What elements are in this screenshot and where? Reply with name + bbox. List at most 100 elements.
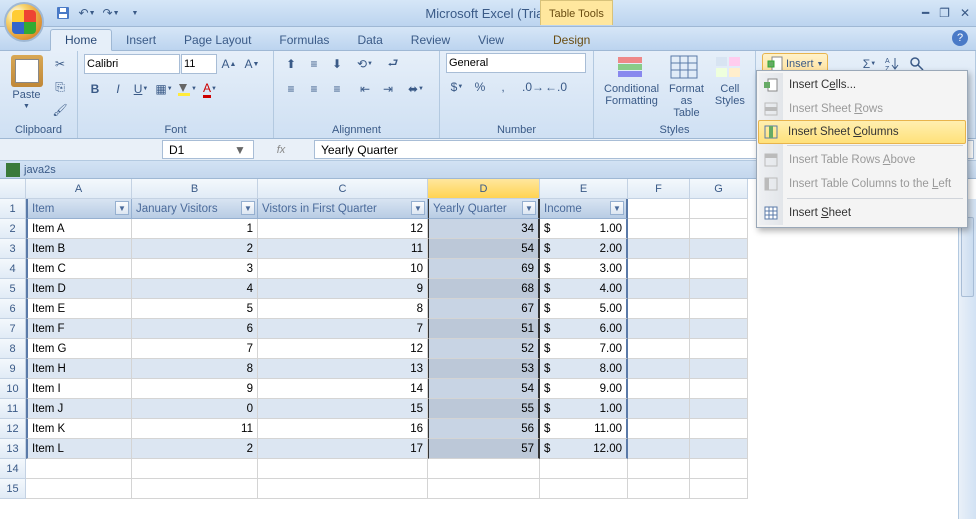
redo-button[interactable]: ↷▼ (100, 2, 122, 24)
cell[interactable]: $7.00 (540, 339, 628, 359)
cell[interactable] (628, 359, 690, 379)
cell[interactable]: 52 (428, 339, 540, 359)
cell[interactable] (690, 419, 748, 439)
paste-button[interactable]: Paste ▼ (6, 53, 47, 112)
decrease-decimal[interactable]: ←.0 (545, 76, 567, 98)
cell[interactable] (690, 199, 748, 219)
cell[interactable] (628, 259, 690, 279)
cell[interactable] (428, 479, 540, 499)
cell[interactable] (690, 379, 748, 399)
cell[interactable] (690, 319, 748, 339)
row-header[interactable]: 8 (0, 339, 26, 359)
cell[interactable]: 6 (132, 319, 258, 339)
increase-indent[interactable]: ⇥ (377, 78, 399, 100)
cell[interactable] (132, 459, 258, 479)
row-header[interactable]: 5 (0, 279, 26, 299)
bold-button[interactable]: B (84, 78, 106, 100)
increase-decimal[interactable]: .0→ (522, 76, 544, 98)
cell[interactable] (628, 199, 690, 219)
row-headers[interactable]: 123456789101112131415 (0, 179, 26, 519)
cell[interactable] (690, 299, 748, 319)
percent-button[interactable]: % (469, 76, 491, 98)
row-header[interactable]: 13 (0, 439, 26, 459)
align-middle[interactable]: ≡ (303, 53, 325, 75)
cell[interactable] (628, 239, 690, 259)
office-button[interactable] (4, 2, 44, 42)
merge-center[interactable]: ⬌▼ (405, 78, 427, 100)
align-bottom[interactable]: ⬇ (326, 53, 348, 75)
cell[interactable] (26, 459, 132, 479)
border-button[interactable]: ▦▼ (153, 78, 175, 100)
cell[interactable]: 54 (428, 239, 540, 259)
column-header[interactable]: C (258, 179, 428, 199)
cell[interactable]: 9 (258, 279, 428, 299)
italic-button[interactable]: I (107, 78, 129, 100)
cell[interactable] (690, 439, 748, 459)
row-header[interactable]: 11 (0, 399, 26, 419)
cell[interactable]: 51 (428, 319, 540, 339)
tab-insert[interactable]: Insert (112, 30, 170, 50)
cell[interactable]: 17 (258, 439, 428, 459)
table-header[interactable]: Yearly Quarter▼ (428, 199, 540, 219)
filter-dropdown[interactable]: ▼ (411, 201, 425, 215)
cell[interactable]: 10 (258, 259, 428, 279)
cell[interactable]: 2 (132, 439, 258, 459)
cell[interactable]: Item C (26, 259, 132, 279)
cell-styles[interactable]: Cell Styles (710, 53, 750, 109)
cell[interactable]: $1.00 (540, 219, 628, 239)
align-top[interactable]: ⬆ (280, 53, 302, 75)
column-header[interactable]: F (628, 179, 690, 199)
cell[interactable] (628, 439, 690, 459)
tab-review[interactable]: Review (397, 30, 464, 50)
tab-page-layout[interactable]: Page Layout (170, 30, 265, 50)
filter-dropdown[interactable]: ▼ (610, 201, 624, 215)
help-icon[interactable]: ? (952, 30, 968, 46)
comma-button[interactable]: , (492, 76, 514, 98)
cell[interactable]: 7 (132, 339, 258, 359)
cell[interactable] (690, 239, 748, 259)
column-header[interactable]: G (690, 179, 748, 199)
orientation[interactable]: ⟲▼ (354, 53, 376, 75)
cell[interactable]: 57 (428, 439, 540, 459)
cell[interactable] (258, 479, 428, 499)
cell[interactable]: Item H (26, 359, 132, 379)
row-header[interactable]: 3 (0, 239, 26, 259)
cell[interactable]: 3 (132, 259, 258, 279)
cell[interactable] (26, 479, 132, 499)
minimize-button[interactable]: ━ (922, 6, 929, 20)
currency-button[interactable]: $▼ (446, 76, 468, 98)
table-header[interactable]: Item▼ (26, 199, 132, 219)
tab-home[interactable]: Home (50, 29, 112, 51)
close-button[interactable]: ✕ (960, 6, 970, 20)
cell[interactable] (690, 359, 748, 379)
table-header[interactable]: Vistors in First Quarter▼ (258, 199, 428, 219)
select-all-corner[interactable] (0, 179, 26, 199)
cell[interactable] (628, 419, 690, 439)
filter-dropdown[interactable]: ▼ (241, 201, 255, 215)
cell[interactable]: Item A (26, 219, 132, 239)
cell[interactable]: $1.00 (540, 399, 628, 419)
cell[interactable] (628, 299, 690, 319)
cell[interactable]: Item B (26, 239, 132, 259)
copy-button[interactable]: ⎘ (49, 76, 71, 98)
cell[interactable]: $12.00 (540, 439, 628, 459)
row-header[interactable]: 9 (0, 359, 26, 379)
cell[interactable]: Item G (26, 339, 132, 359)
cell[interactable] (628, 339, 690, 359)
cell[interactable]: Item L (26, 439, 132, 459)
cell[interactable] (690, 279, 748, 299)
qat-customize[interactable]: ▼ (124, 2, 146, 24)
row-header[interactable]: 6 (0, 299, 26, 319)
cell[interactable]: 56 (428, 419, 540, 439)
fill-color-button[interactable]: ▼ (176, 78, 198, 100)
menu-insert-cells[interactable]: Insert Cells... (759, 73, 965, 97)
cell[interactable]: 9 (132, 379, 258, 399)
column-header[interactable]: D (428, 179, 540, 199)
filter-dropdown[interactable]: ▼ (522, 201, 536, 215)
tab-design[interactable]: Design (539, 30, 604, 50)
row-header[interactable]: 1 (0, 199, 26, 219)
cell[interactable] (628, 459, 690, 479)
cut-button[interactable]: ✂ (49, 53, 71, 75)
cell[interactable]: 53 (428, 359, 540, 379)
align-center[interactable]: ≡ (303, 78, 325, 100)
